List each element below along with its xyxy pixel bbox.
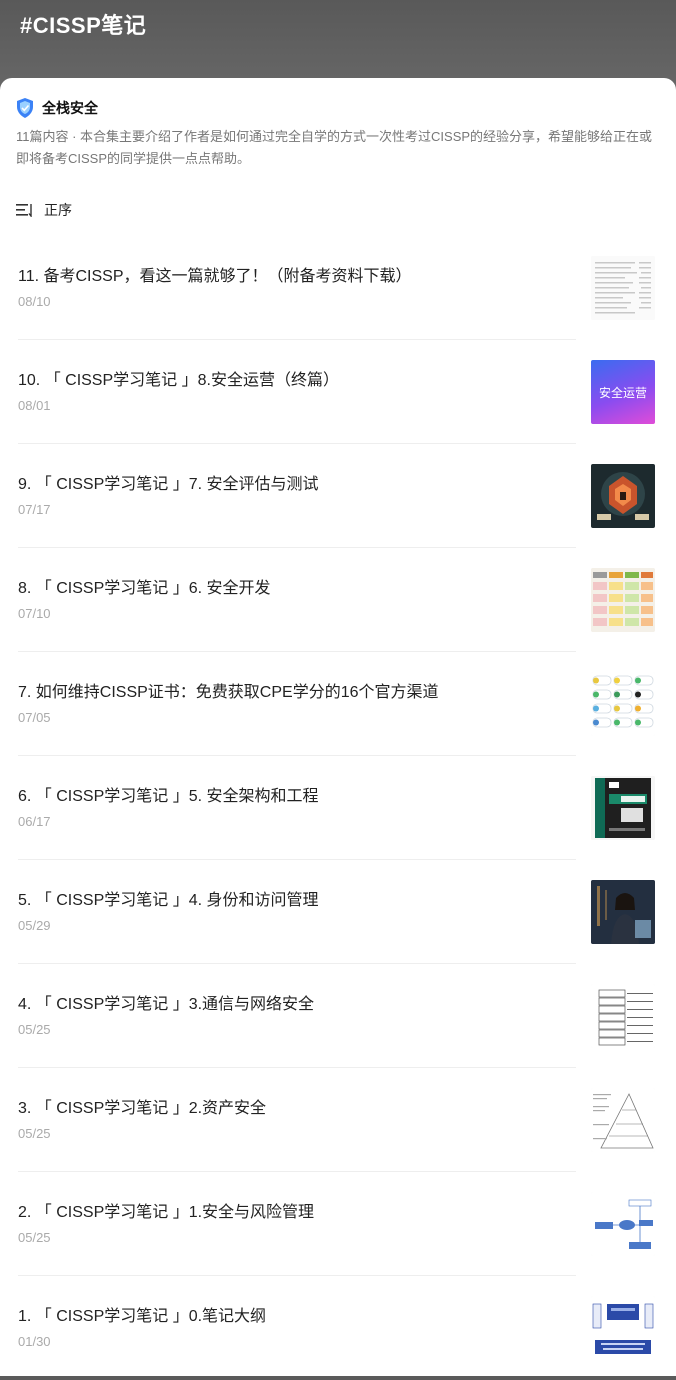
article-thumbnail [591, 1088, 655, 1152]
article-date: 07/05 [18, 710, 51, 725]
article-item[interactable]: 7. 如何维持CISSP证书：免费获取CPE学分的16个官方渠道 07/05 [0, 652, 676, 756]
article-date: 05/25 [18, 1022, 51, 1037]
article-title: 10. 「 CISSP学习笔记 」8.安全运营（终篇） [18, 372, 339, 389]
article-thumbnail [591, 464, 655, 528]
article-thumbnail [591, 984, 655, 1048]
article-title: 5. 「 CISSP学习笔记 」4. 身份和访问管理 [18, 892, 319, 909]
shield-icon [17, 98, 33, 118]
sort-toggle[interactable]: 正序 [16, 200, 72, 220]
article-item[interactable]: 8. 「 CISSP学习笔记 」6. 安全开发 07/10 [0, 548, 676, 652]
article-date: 05/25 [18, 1230, 51, 1245]
account-row[interactable]: 全栈安全 [16, 98, 98, 118]
article-item[interactable]: 1. 「 CISSP学习笔记 」0.笔记大纲 01/30 [0, 1276, 676, 1380]
article-title: 4. 「 CISSP学习笔记 」3.通信与网络安全 [18, 996, 315, 1013]
article-thumbnail [591, 256, 655, 320]
article-date: 07/10 [18, 606, 51, 621]
article-thumbnail [591, 672, 655, 736]
article-title: 8. 「 CISSP学习笔记 」6. 安全开发 [18, 580, 271, 597]
article-thumbnail [591, 1192, 655, 1256]
article-title: 11. 备考CISSP，看这一篇就够了！（附备考资料下载） [18, 268, 412, 285]
collection-description: 11篇内容 · 本合集主要介绍了作者是如何通过完全自学的方式一次性考过CISSP… [16, 129, 653, 166]
article-title: 3. 「 CISSP学习笔记 」2.资产安全 [18, 1100, 267, 1117]
article-title: 2. 「 CISSP学习笔记 」1.安全与风险管理 [18, 1204, 315, 1221]
article-item[interactable]: 11. 备考CISSP，看这一篇就够了！（附备考资料下载） 08/10 [0, 236, 676, 340]
article-date: 05/29 [18, 918, 51, 933]
article-list: 11. 备考CISSP，看这一篇就够了！（附备考资料下载） 08/10 10. … [0, 236, 676, 1380]
article-thumbnail [591, 880, 655, 944]
article-date: 08/01 [18, 398, 51, 413]
article-thumbnail [591, 568, 655, 632]
article-item[interactable]: 5. 「 CISSP学习笔记 」4. 身份和访问管理 05/29 [0, 860, 676, 964]
sort-label: 正序 [44, 202, 72, 218]
article-item[interactable]: 9. 「 CISSP学习笔记 」7. 安全评估与测试 07/17 [0, 444, 676, 548]
sort-icon [16, 204, 32, 217]
page-title: #CISSP笔记 [20, 13, 147, 38]
article-item[interactable]: 6. 「 CISSP学习笔记 」5. 安全架构和工程 06/17 [0, 756, 676, 860]
article-item[interactable]: 2. 「 CISSP学习笔记 」1.安全与风险管理 05/25 [0, 1172, 676, 1276]
article-date: 01/30 [18, 1334, 51, 1349]
article-item[interactable]: 4. 「 CISSP学习笔记 」3.通信与网络安全 05/25 [0, 964, 676, 1068]
article-thumbnail: 安全运营 [591, 360, 655, 424]
article-thumbnail [591, 776, 655, 840]
collection-card: 全栈安全 11篇内容 · 本合集主要介绍了作者是如何通过完全自学的方式一次性考过… [0, 78, 676, 1376]
account-name: 全栈安全 [42, 100, 98, 116]
article-item[interactable]: 10. 「 CISSP学习笔记 」8.安全运营（终篇） 08/01 安全运营 [0, 340, 676, 444]
article-thumbnail [591, 1296, 655, 1360]
article-date: 07/17 [18, 502, 51, 517]
article-title: 9. 「 CISSP学习笔记 」7. 安全评估与测试 [18, 476, 319, 493]
article-date: 06/17 [18, 814, 51, 829]
thumbnail-text: 安全运营 [598, 385, 647, 400]
article-title: 1. 「 CISSP学习笔记 」0.笔记大纲 [18, 1308, 267, 1325]
article-title: 6. 「 CISSP学习笔记 」5. 安全架构和工程 [18, 788, 319, 805]
article-date: 05/25 [18, 1126, 51, 1141]
article-title: 7. 如何维持CISSP证书：免费获取CPE学分的16个官方渠道 [18, 684, 439, 701]
article-item[interactable]: 3. 「 CISSP学习笔记 」2.资产安全 05/25 [0, 1068, 676, 1172]
article-date: 08/10 [18, 294, 51, 309]
